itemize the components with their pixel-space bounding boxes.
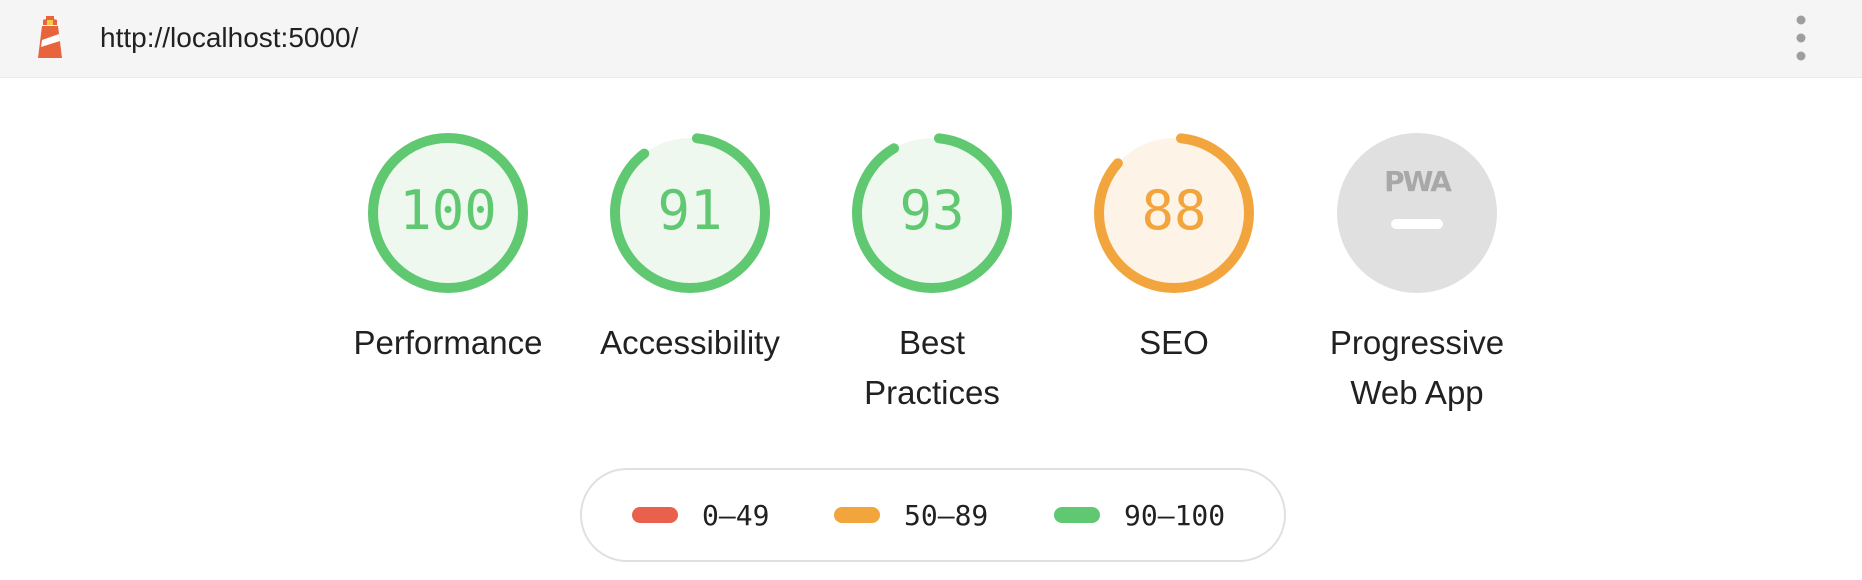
legend-average-label: 50–89: [904, 499, 989, 532]
gauge-label: Progressive Web App: [1307, 318, 1527, 418]
kebab-menu-icon[interactable]: [1790, 14, 1812, 62]
legend-fail: 0–49: [632, 498, 769, 534]
score-value: 88: [1141, 179, 1206, 242]
score-ring: 91: [610, 133, 770, 293]
gauge-performance[interactable]: 100 Performance: [338, 132, 558, 368]
gauge-pwa[interactable]: PWA Progressive Web App: [1307, 132, 1527, 418]
legend-fail-label: 0–49: [702, 499, 770, 532]
score-ring: 100: [368, 133, 528, 293]
gauge-label: Best Practices: [822, 318, 1042, 418]
report-topbar: http://localhost:5000/: [0, 0, 1862, 78]
average-swatch: [834, 507, 880, 523]
score-value: 91: [657, 179, 722, 242]
gauge-accessibility[interactable]: 91 Accessibility: [580, 132, 800, 368]
legend-pass-label: 90–100: [1124, 499, 1226, 532]
gauge-label-line1: Best: [898, 324, 966, 361]
score-value: 93: [899, 179, 964, 242]
score-ring: 93: [852, 133, 1012, 293]
gauge-label: Performance: [353, 324, 543, 361]
pwa-badge: PWA: [1337, 133, 1497, 293]
legend-average: 50–89: [834, 498, 988, 534]
pwa-dash-icon: [1391, 219, 1443, 229]
score-legend: 0–49 50–89 90–100: [580, 468, 1286, 562]
gauge-label: Accessibility: [600, 324, 780, 361]
score-value: 100: [399, 179, 497, 242]
gauge-best-practices[interactable]: 93 Best Practices: [822, 132, 1042, 418]
gauge-seo[interactable]: 88 SEO: [1064, 132, 1284, 368]
fail-swatch: [632, 507, 678, 523]
score-ring: 88: [1094, 133, 1254, 293]
pass-swatch: [1054, 507, 1100, 523]
gauge-label-line2: Practices: [864, 374, 1000, 411]
pwa-badge-text: PWA: [1384, 165, 1452, 198]
lighthouse-icon: [38, 16, 62, 58]
legend-pass: 90–100: [1054, 498, 1225, 534]
gauge-label-line2: Web App: [1350, 374, 1484, 411]
url-text: http://localhost:5000/: [100, 22, 359, 53]
gauge-label-line1: Progressive: [1329, 324, 1505, 361]
gauge-label: SEO: [1139, 324, 1209, 361]
